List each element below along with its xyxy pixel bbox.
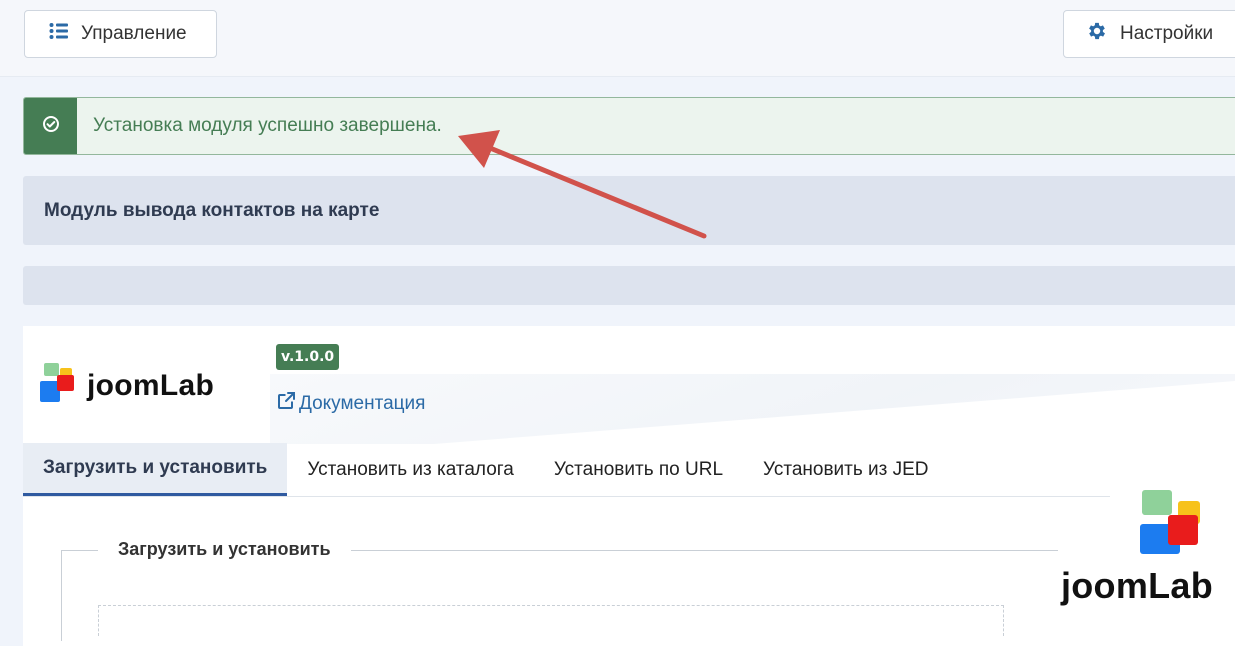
- documentation-link-label: Документация: [299, 392, 426, 414]
- manage-button-label: Управление: [81, 23, 187, 44]
- module-title-bar: Модуль вывода контактов на карте: [23, 176, 1235, 245]
- joomlab-logo: joomLab: [40, 362, 214, 409]
- joomlab-watermark-icon: [1140, 490, 1206, 561]
- tab-install-from-catalog[interactable]: Установить из каталога: [287, 443, 534, 496]
- joomlab-logo-text: joomLab: [87, 368, 215, 402]
- joomlab-logo-icon: [40, 362, 80, 409]
- upload-fieldset-legend: Загрузить и установить: [98, 539, 351, 560]
- settings-button-label: Настройки: [1120, 23, 1214, 44]
- gear-icon: [1086, 20, 1108, 48]
- tab-install-from-jed[interactable]: Установить из JED: [743, 443, 949, 496]
- list-icon: [49, 22, 69, 46]
- external-link-icon: [277, 391, 296, 416]
- settings-button[interactable]: Настройки: [1063, 10, 1235, 58]
- module-title: Модуль вывода контактов на карте: [44, 199, 380, 221]
- empty-message-bar: [23, 266, 1235, 305]
- alert-message: Установка модуля успешно завершена.: [93, 115, 442, 136]
- joomlab-watermark: joomLab: [1057, 490, 1217, 607]
- success-alert: Установка модуля успешно завершена.: [23, 97, 1235, 155]
- joomlab-watermark-text: joomLab: [1060, 565, 1214, 606]
- tab-install-from-url[interactable]: Установить по URL: [534, 443, 743, 496]
- documentation-link[interactable]: Документация: [277, 391, 425, 416]
- version-badge: v.1.0.0: [276, 344, 340, 370]
- toolbar: Управление Настройки: [0, 0, 1235, 77]
- install-tabs: Загрузить и установить Установить из кат…: [23, 443, 1110, 497]
- file-drop-zone[interactable]: [98, 605, 1004, 636]
- alert-icon-strip: [24, 98, 77, 154]
- manage-button[interactable]: Управление: [24, 10, 217, 58]
- check-circle-icon: [42, 115, 60, 138]
- tab-upload-install[interactable]: Загрузить и установить: [23, 443, 288, 496]
